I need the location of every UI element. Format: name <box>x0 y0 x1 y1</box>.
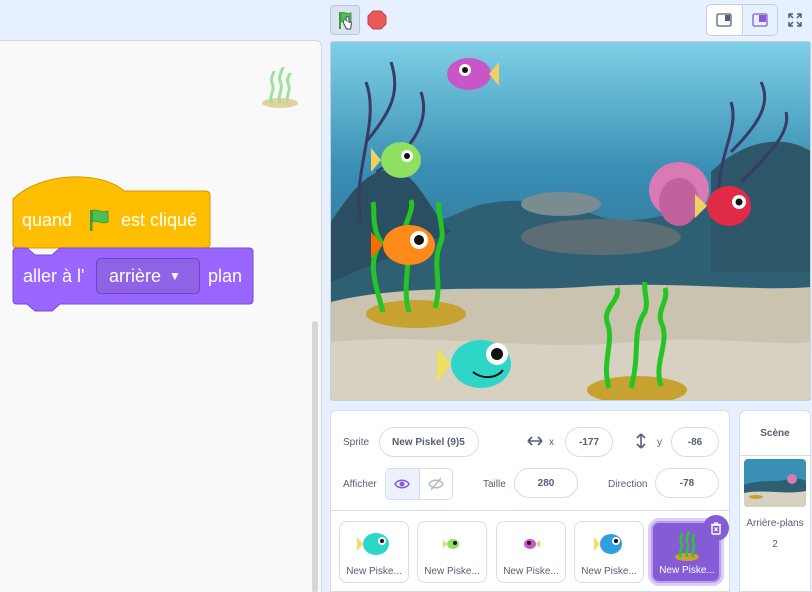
sprite-thumbnail-name: New Piske... <box>581 566 637 577</box>
layer-dropdown[interactable]: arrière ▼ <box>96 258 200 294</box>
stage-size-toggle <box>706 4 778 36</box>
normal-stage-icon <box>752 13 768 27</box>
backdrops-label: Arrière-plans <box>746 518 804 529</box>
sprite-name-input[interactable]: New Piskel (9)5 <box>379 427 479 457</box>
code-scrollbar[interactable] <box>312 321 318 592</box>
backdrop-thumbnail-image <box>744 459 806 507</box>
x-label: x <box>549 437 554 448</box>
blue-fish-icon <box>594 534 622 554</box>
green-fish-icon <box>443 539 459 549</box>
direction-label: Direction <box>608 479 648 490</box>
layer-block-label-2: plan <box>208 266 243 286</box>
normal-stage-button[interactable] <box>741 5 777 35</box>
stage-pane-title: Scène <box>740 411 810 456</box>
sprite-thumbnail-name: New Piske... <box>424 566 480 577</box>
stage-canvas[interactable] <box>330 41 811 401</box>
sprite-thumbnail-name: New Piske... <box>659 565 715 576</box>
sprite-thumbnail[interactable]: New Piske... <box>417 521 487 583</box>
y-position-input[interactable]: -86 <box>671 427 719 457</box>
hat-block-label: quand <box>22 210 73 230</box>
show-sprite-button[interactable] <box>386 469 419 499</box>
small-stage-button[interactable] <box>707 5 742 35</box>
stage-thumbnail[interactable] <box>744 459 806 507</box>
cyan-fish-icon <box>357 533 389 555</box>
green-flag-icon <box>339 11 353 30</box>
sprite-info-panel: Sprite New Piskel (9)5 x -177 y -86 Affi… <box>330 410 730 592</box>
y-label: y <box>657 437 662 448</box>
seaweed-icon <box>675 530 699 561</box>
size-input[interactable]: 280 <box>514 468 578 498</box>
direction-input[interactable]: -78 <box>655 468 719 498</box>
sprite-label: Sprite <box>343 437 370 448</box>
size-label: Taille <box>483 479 506 490</box>
visibility-toggle <box>385 468 453 500</box>
vertical-arrows-icon <box>636 433 646 449</box>
underwater-backdrop <box>331 42 810 400</box>
hide-sprite-button[interactable] <box>418 469 452 499</box>
sprite-thumbnail[interactable]: New Piske... <box>574 521 644 583</box>
code-area[interactable]: quand est cliqué aller à l' arrière ▼ pl… <box>0 40 322 592</box>
trash-icon <box>711 522 721 535</box>
layer-block-label: aller à l' <box>23 266 85 286</box>
small-stage-icon <box>716 13 733 27</box>
seaweed-icon <box>262 66 298 108</box>
sprite-thumbnail-name: New Piske... <box>503 566 559 577</box>
layer-dropdown-value: arrière <box>109 265 162 286</box>
fullscreen-button[interactable] <box>781 5 809 35</box>
green-flag-icon <box>90 209 109 231</box>
sprite-thumbnail[interactable]: New Piske... <box>339 521 409 583</box>
pink-fish-icon <box>524 539 540 549</box>
backdrops-count: 2 <box>772 539 778 550</box>
sprite-properties: Sprite New Piskel (9)5 x -177 y -86 Affi… <box>331 411 729 511</box>
fullscreen-icon <box>788 13 802 27</box>
eye-icon <box>394 479 411 489</box>
delete-sprite-button[interactable] <box>703 515 729 541</box>
x-position-input[interactable]: -177 <box>565 427 613 457</box>
green-flag-button[interactable] <box>330 5 360 35</box>
eye-hidden-icon <box>428 477 444 491</box>
show-label: Afficher <box>343 479 377 490</box>
hat-block-label-2: est cliqué <box>121 210 198 230</box>
sprite-thumbnail-name: New Piske... <box>346 566 402 577</box>
top-toolbar <box>0 0 812 40</box>
horizontal-arrows-icon <box>527 436 543 446</box>
stop-button[interactable] <box>362 5 392 35</box>
stage-selector-pane[interactable]: Scène Arrière-plans 2 <box>739 410 811 592</box>
chevron-down-icon: ▼ <box>169 269 181 283</box>
sprite-thumbnail[interactable]: New Piske... <box>496 521 566 583</box>
stop-icon <box>367 10 387 30</box>
when-flag-clicked-block[interactable] <box>12 169 212 249</box>
